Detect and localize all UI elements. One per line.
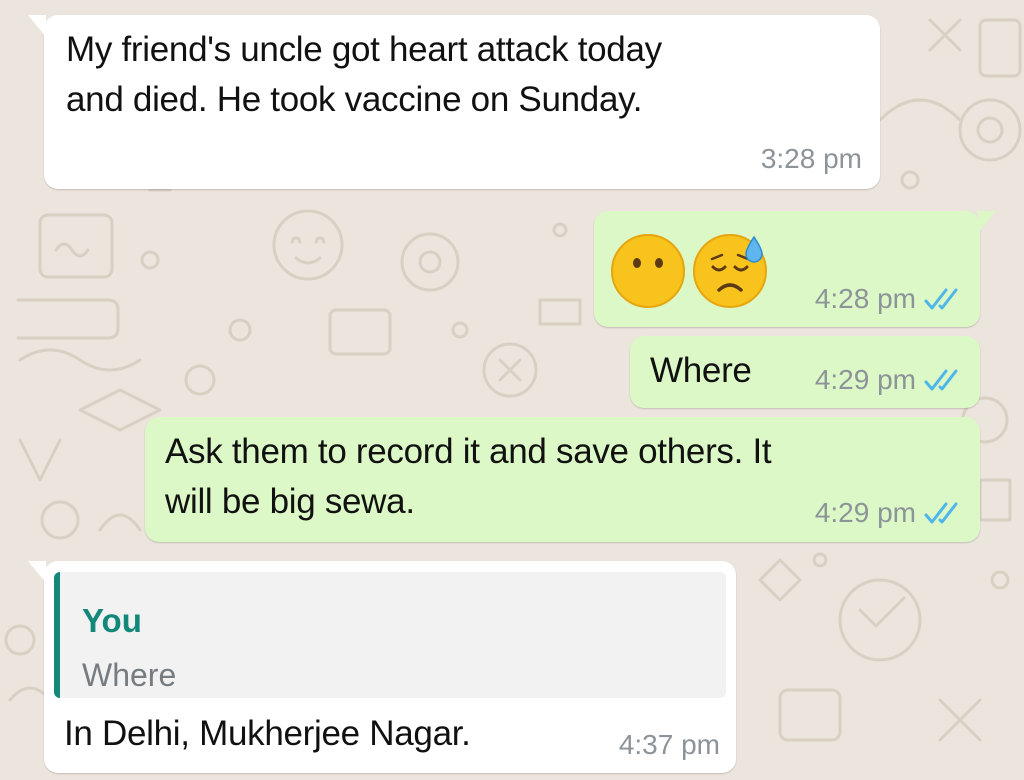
message-text: My friend's uncle got heart attack today… <box>66 25 866 125</box>
bubble-tail <box>28 15 46 37</box>
message-text-line: Ask them to record it and save others. I… <box>165 432 772 471</box>
double-check-icon <box>924 502 958 524</box>
message-text: Where <box>650 351 752 390</box>
quote-text: Where <box>82 657 177 693</box>
double-check-icon <box>924 369 958 391</box>
bubble-tail <box>28 561 46 583</box>
message-text-line: My friend's uncle got heart attack today <box>66 30 662 69</box>
sad-but-relieved-emoji <box>693 234 767 308</box>
quoted-message[interactable]: You Where <box>54 572 726 698</box>
message-meta: 4:28 pm <box>815 283 964 315</box>
bubble-tail <box>978 211 996 233</box>
message-time: 4:28 pm <box>814 283 916 314</box>
quote-author: You <box>82 602 142 639</box>
message-time: 4:29 pm <box>814 497 916 528</box>
message-outgoing[interactable]: Ask them to record it and save others. I… <box>145 417 980 542</box>
quote-accent-bar <box>54 572 60 698</box>
message-meta: 4:29 pm <box>815 364 964 396</box>
face-without-mouth-emoji <box>611 234 685 308</box>
message-incoming[interactable]: My friend's uncle got heart attack today… <box>28 15 880 189</box>
message-outgoing[interactable]: Where 4:29 pm <box>630 336 980 408</box>
message-outgoing[interactable]: 4:28 pm <box>594 211 996 327</box>
message-meta: 4:37 pm <box>619 729 720 761</box>
double-check-icon <box>924 288 958 310</box>
message-time: 4:29 pm <box>814 364 916 395</box>
message-text: In Delhi, Mukherjee Nagar. <box>64 714 471 753</box>
message-incoming-reply[interactable]: You Where In Delhi, Mukherjee Nagar. 4:3… <box>28 561 736 773</box>
message-time: 3:28 pm <box>760 143 862 174</box>
message-text-line: and died. He took vaccine on Sunday. <box>66 80 643 119</box>
message-meta: 4:29 pm <box>815 497 964 529</box>
message-time: 4:37 pm <box>618 729 720 760</box>
message-meta: 3:28 pm <box>761 143 862 175</box>
